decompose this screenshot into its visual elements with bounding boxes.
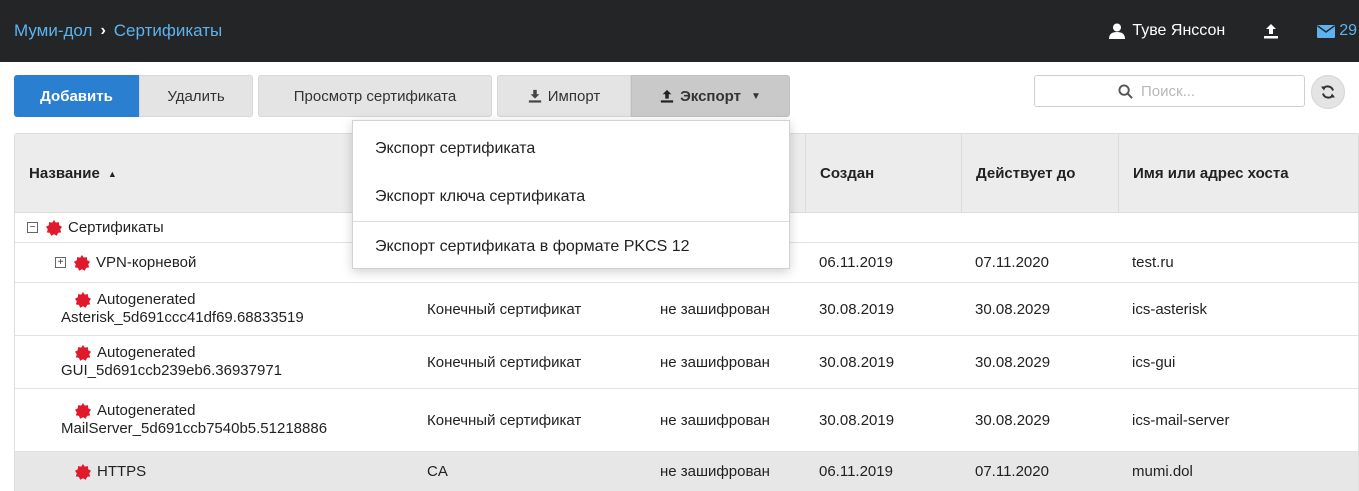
expires-cell: 30.08.2029 [975,411,1051,429]
column-header-created[interactable]: Создан [805,134,961,213]
menu-item-export-pkcs12[interactable]: Экспорт сертификата в формате PKCS 12 [353,223,789,271]
column-header-label: Действует до [976,164,1076,182]
name-cell: Autogenerated GUI_5d691ccb239eb6.3693797… [61,336,282,388]
key-cell: не зашифрован [660,300,770,318]
breadcrumb: Муми-дол › Сертификаты [14,0,222,62]
breadcrumb-separator: › [100,22,106,39]
chevron-down-icon: ▼ [750,90,761,102]
certificate-seal-icon [75,345,91,361]
top-right-controls: Туве Янссон 29 [1108,0,1359,62]
mail-button[interactable]: 29 [1317,22,1357,40]
certificate-seal-icon [74,254,90,271]
column-header-host[interactable]: Имя или адрес хоста [1118,134,1358,213]
host-cell: test.ru [1132,254,1174,271]
user-icon [1109,23,1126,39]
type-cell: Конечный сертификат [427,300,582,318]
breadcrumb-current[interactable]: Сертификаты [114,21,222,41]
name-cell: − Сертификаты [27,213,164,242]
row-name-line2: GUI_5d691ccb239eb6.36937971 [61,362,283,379]
export-dropdown-menu: Экспорт сертификата Экспорт ключа сертиф… [352,120,790,269]
certificate-seal-icon [75,292,91,308]
certificate-seal-icon [46,219,62,236]
name-cell: HTTPS [75,452,146,491]
key-cell: не зашифрован [660,411,770,429]
key-cell: не зашифрован [660,463,770,480]
user-menu[interactable]: Туве Янссон [1108,22,1225,40]
created-cell: 06.11.2019 [819,463,893,480]
row-name-line1: Autogenerated [97,402,196,419]
export-dropdown-button[interactable]: Экспорт ▼ [631,75,790,117]
tree-expand-icon[interactable]: + [55,257,66,268]
row-name: VPN-корневой [96,254,197,271]
sort-ascending-icon: ▲ [107,168,117,179]
table-row[interactable]: Autogenerated GUI_5d691ccb239eb6.3693797… [15,336,1358,389]
menu-item-export-key[interactable]: Экспорт ключа сертификата [353,173,789,221]
host-cell: ics-asterisk [1132,300,1208,318]
delete-button[interactable]: Удалить [139,75,253,117]
upload-icon [660,89,674,103]
import-button-label: Импорт [547,87,601,105]
name-cell: Autogenerated Asterisk_5d691ccc41df69.68… [61,283,304,335]
column-header-expires[interactable]: Действует до [961,134,1118,213]
mail-count: 29 [1339,22,1357,39]
host-cell: ics-mail-server [1132,411,1230,429]
expires-cell: 30.08.2029 [975,353,1051,371]
certificate-seal-icon [75,463,91,480]
upload-icon [1264,24,1279,39]
add-button-label: Добавить [40,87,113,105]
download-icon [528,89,541,103]
tree-collapse-icon[interactable]: − [27,222,38,233]
row-name-line1: Autogenerated [97,291,196,308]
host-cell: mumi.dol [1132,463,1193,480]
search-box[interactable] [1034,75,1305,107]
table-row[interactable]: Autogenerated MailServer_5d691ccb7540b5.… [15,389,1358,452]
expires-cell: 07.11.2020 [975,463,1049,480]
column-header-label: Название [29,164,100,182]
created-cell: 30.08.2019 [819,353,895,371]
delete-button-label: Удалить [167,87,225,105]
add-button[interactable]: Добавить [14,75,139,117]
menu-item-export-certificate[interactable]: Экспорт сертификата [353,125,789,173]
toolbar: Добавить Удалить Просмотр сертификата Им… [14,75,790,117]
menu-divider [353,221,789,222]
type-cell: CA [427,463,448,480]
search-input[interactable] [1141,82,1221,100]
row-name: Сертификаты [68,219,164,236]
table-row[interactable]: Autogenerated Asterisk_5d691ccc41df69.68… [15,283,1358,336]
search-icon [1118,83,1133,99]
column-header-label: Имя или адрес хоста [1133,164,1289,182]
created-cell: 30.08.2019 [819,411,895,429]
export-button-label: Экспорт [680,87,741,105]
table-row-selected[interactable]: HTTPS CA не зашифрован 06.11.2019 07.11.… [15,452,1358,491]
breadcrumb-root-link[interactable]: Муми-дол [14,21,92,41]
import-button[interactable]: Импорт [497,75,631,117]
row-name: HTTPS [97,463,147,480]
certificate-seal-icon [75,403,91,419]
type-cell: Конечный сертификат [427,353,582,371]
key-cell: не зашифрован [660,353,770,371]
refresh-button[interactable] [1311,75,1345,109]
row-name-line1: Autogenerated [97,344,196,361]
envelope-icon [1317,24,1336,38]
expires-cell: 07.11.2020 [975,254,1049,271]
row-name-line2: Asterisk_5d691ccc41df69.68833519 [61,309,304,326]
refresh-icon [1321,85,1335,99]
column-header-label: Создан [820,164,875,182]
user-name: Туве Янссон [1132,22,1226,39]
view-certificate-button[interactable]: Просмотр сертификата [258,75,492,117]
row-name-line2: MailServer_5d691ccb7540b5.51218886 [61,420,328,437]
created-cell: 06.11.2019 [819,254,893,271]
expires-cell: 30.08.2029 [975,300,1051,318]
top-bar: Муми-дол › Сертификаты Туве Янссон 29 [0,0,1359,62]
host-cell: ics-gui [1132,353,1176,371]
view-button-label: Просмотр сертификата [293,87,457,105]
name-cell: Autogenerated MailServer_5d691ccb7540b5.… [61,389,327,451]
name-cell: + VPN-корневой [55,243,196,282]
upload-button[interactable] [1263,23,1279,39]
created-cell: 30.08.2019 [819,300,895,318]
type-cell: Конечный сертификат [427,411,582,429]
